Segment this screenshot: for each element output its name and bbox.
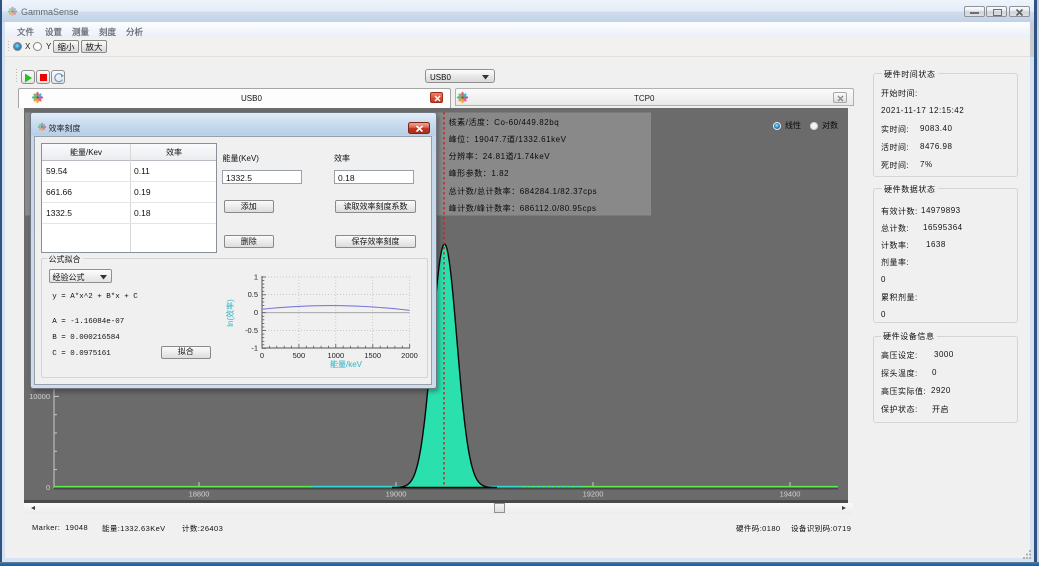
svg-text:19000: 19000 [386,490,407,499]
svg-text:19200: 19200 [583,490,604,499]
svg-text:能量/keV: 能量/keV [330,359,363,369]
svg-text:0: 0 [254,308,258,317]
svg-text:2000: 2000 [401,351,418,360]
svg-text:10000: 10000 [29,392,50,401]
svg-text:-0.5: -0.5 [245,326,258,335]
svg-text:1: 1 [254,273,258,282]
svg-text:ln(效率): ln(效率) [225,299,235,327]
svg-text:18800: 18800 [189,490,210,499]
svg-text:500: 500 [293,351,306,360]
svg-text:-1: -1 [251,344,258,353]
svg-text:0.5: 0.5 [248,290,258,299]
svg-text:0: 0 [46,483,50,492]
svg-text:1500: 1500 [364,351,381,360]
svg-text:19400: 19400 [780,490,801,499]
svg-text:0: 0 [260,351,264,360]
svg-text:1000: 1000 [327,351,344,360]
